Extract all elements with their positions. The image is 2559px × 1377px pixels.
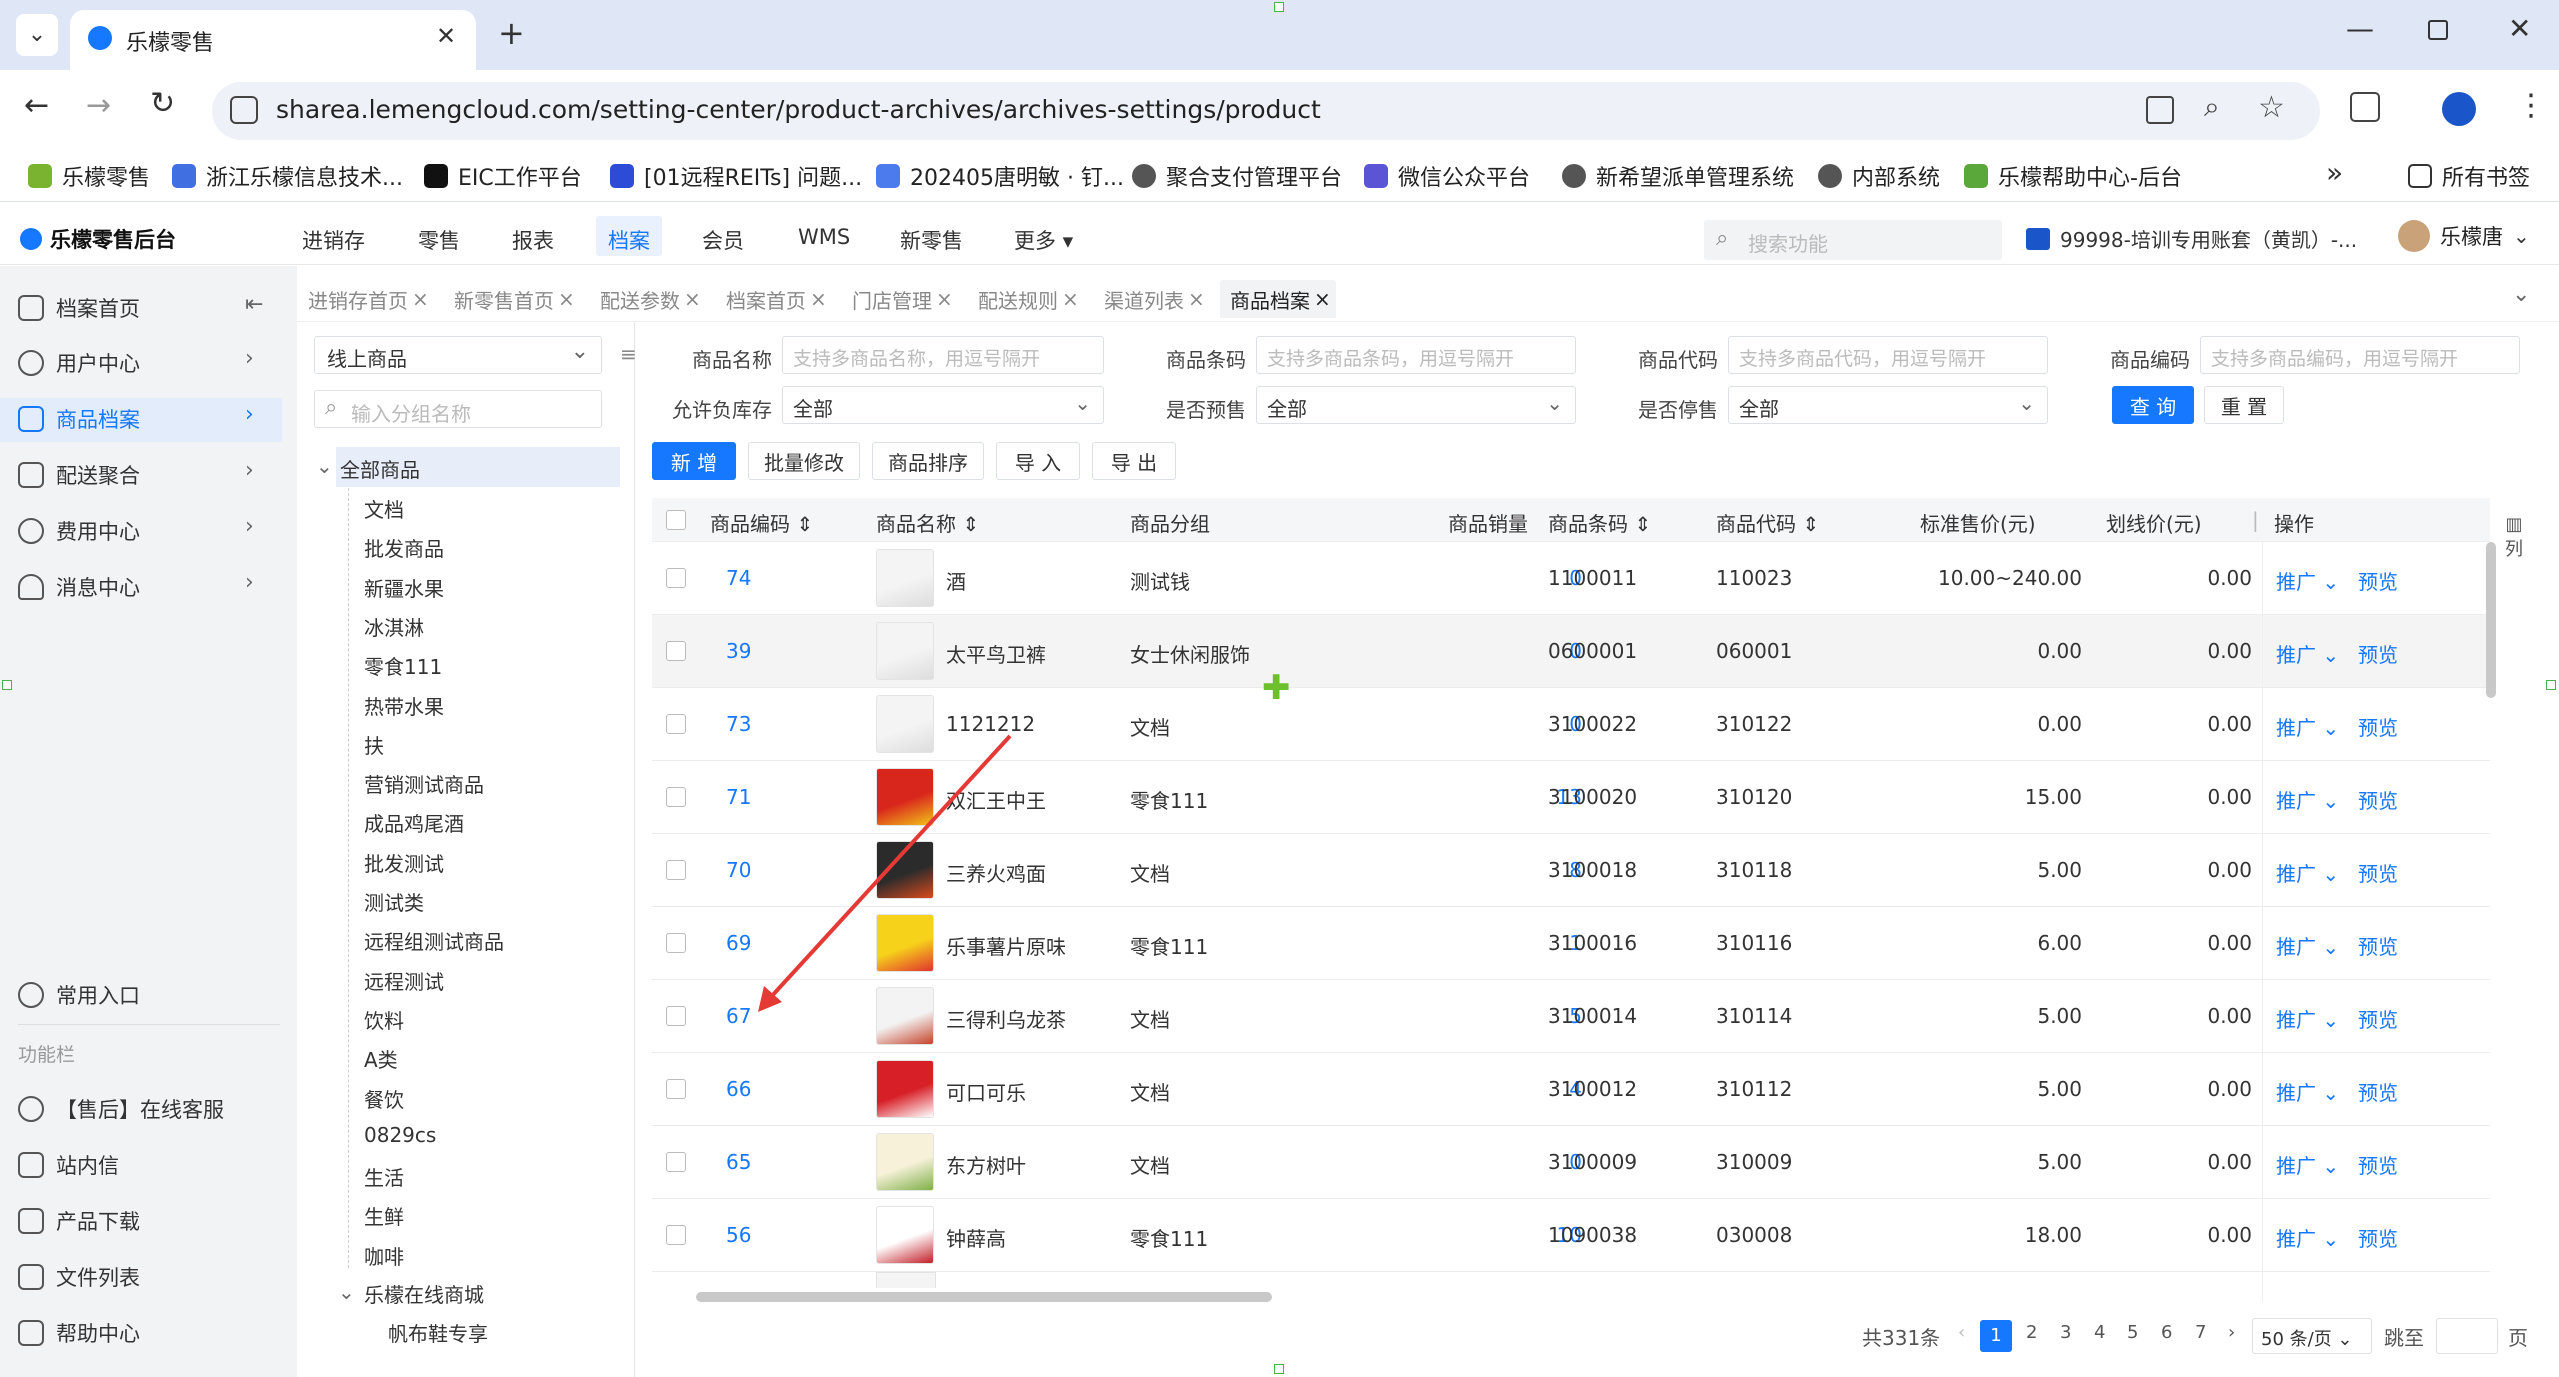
window-resize-handle[interactable] [2546, 680, 2556, 690]
table-row-partial [876, 1272, 936, 1288]
window-resize-handle[interactable] [1274, 2, 1284, 12]
move-cursor-icon: ✚ [1262, 668, 1291, 708]
window-resize-handle[interactable] [2, 680, 12, 690]
window-resize-handle[interactable] [1274, 1364, 1284, 1374]
